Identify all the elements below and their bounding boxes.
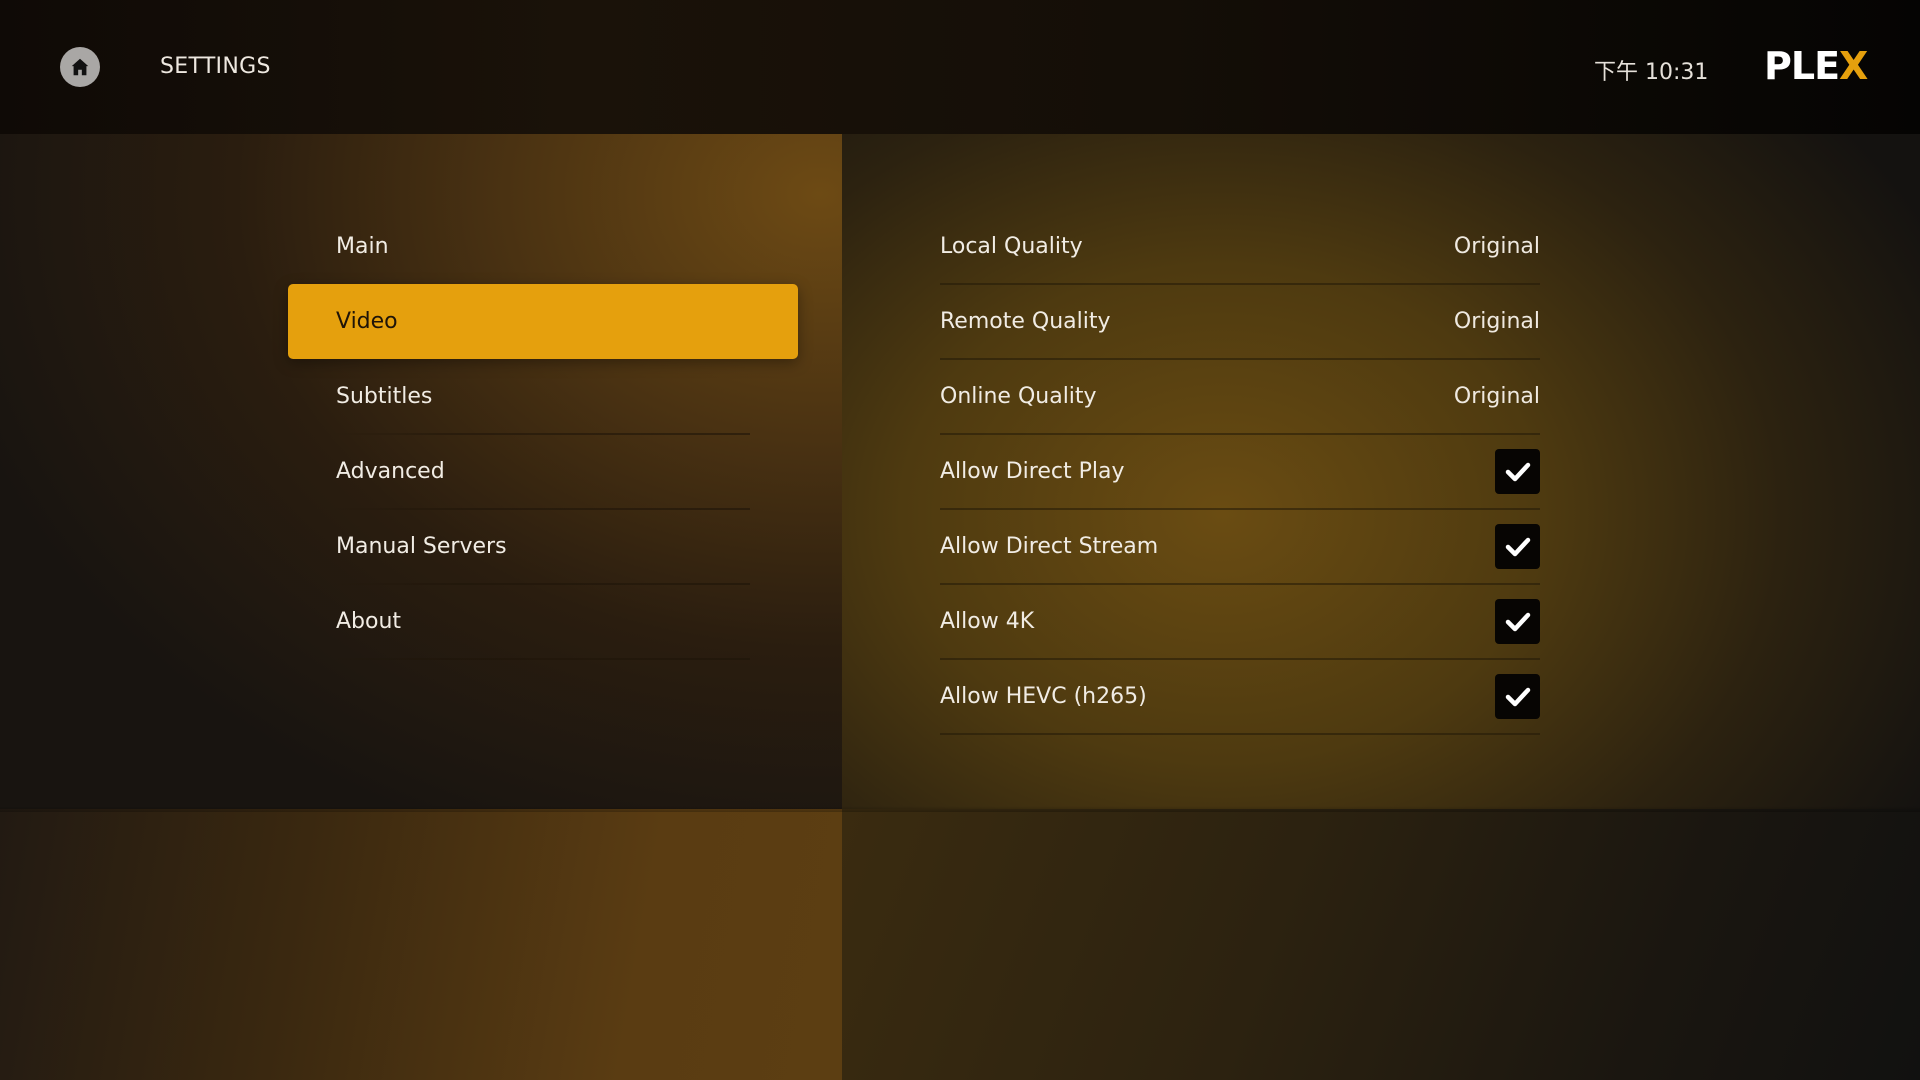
divider	[940, 733, 1540, 735]
logo-text: PLE	[1764, 44, 1840, 88]
setting-allow-hevc[interactable]: Allow HEVC (h265)	[940, 659, 1540, 735]
allow-hevc-checkbox[interactable]	[1495, 674, 1540, 719]
menu-item-main[interactable]: Main	[288, 209, 798, 284]
menu-item-about[interactable]: About	[288, 584, 798, 660]
setting-allow-direct-stream[interactable]: Allow Direct Stream	[940, 509, 1540, 585]
setting-label: Allow 4K	[940, 609, 1035, 634]
band-edge	[0, 806, 1920, 812]
allow-4k-checkbox[interactable]	[1495, 599, 1540, 644]
home-icon	[71, 58, 89, 76]
settings-menu: Main Video Subtitles Advanced Manual Ser…	[288, 209, 798, 660]
menu-item-label: Main	[336, 234, 389, 259]
setting-label: Local Quality	[940, 234, 1083, 259]
setting-label: Allow Direct Play	[940, 459, 1125, 484]
checkmark-icon	[1505, 537, 1530, 556]
setting-value[interactable]: Original	[1454, 309, 1540, 334]
menu-item-manual-servers[interactable]: Manual Servers	[288, 509, 798, 585]
checkmark-icon	[1505, 612, 1530, 631]
setting-label: Allow Direct Stream	[940, 534, 1159, 559]
setting-allow-direct-play[interactable]: Allow Direct Play	[940, 434, 1540, 510]
menu-item-label: Manual Servers	[336, 534, 507, 559]
page-title: SETTINGS	[160, 54, 271, 79]
allow-direct-play-checkbox[interactable]	[1495, 449, 1540, 494]
setting-value[interactable]: Original	[1454, 384, 1540, 409]
logo-accent: X	[1839, 44, 1868, 88]
plex-logo: PLEX	[1764, 44, 1868, 88]
lower-right-background	[842, 809, 1920, 1080]
top-bar: SETTINGS 下午 10:31 PLEX	[0, 0, 1920, 134]
setting-allow-4k[interactable]: Allow 4K	[940, 584, 1540, 660]
checkmark-icon	[1505, 687, 1530, 706]
divider	[330, 658, 750, 660]
menu-item-label: Advanced	[336, 459, 445, 484]
setting-label: Online Quality	[940, 384, 1097, 409]
allow-direct-stream-checkbox[interactable]	[1495, 524, 1540, 569]
setting-value[interactable]: Original	[1454, 234, 1540, 259]
menu-item-video[interactable]: Video	[288, 284, 798, 359]
menu-item-label: About	[336, 609, 402, 634]
setting-remote-quality[interactable]: Remote Quality Original	[940, 284, 1540, 360]
menu-item-subtitles[interactable]: Subtitles	[288, 359, 798, 435]
setting-label: Allow HEVC (h265)	[940, 684, 1147, 709]
menu-item-label: Subtitles	[336, 384, 433, 409]
setting-label: Remote Quality	[940, 309, 1111, 334]
setting-local-quality[interactable]: Local Quality Original	[940, 209, 1540, 285]
video-settings-list: Local Quality Original Remote Quality Or…	[940, 209, 1540, 735]
checkmark-icon	[1505, 462, 1530, 481]
home-button[interactable]	[60, 47, 100, 87]
lower-left-background	[0, 809, 842, 1080]
menu-item-label: Video	[336, 309, 398, 334]
setting-online-quality[interactable]: Online Quality Original	[940, 359, 1540, 435]
menu-item-advanced[interactable]: Advanced	[288, 434, 798, 510]
clock: 下午 10:31	[1594, 60, 1709, 85]
